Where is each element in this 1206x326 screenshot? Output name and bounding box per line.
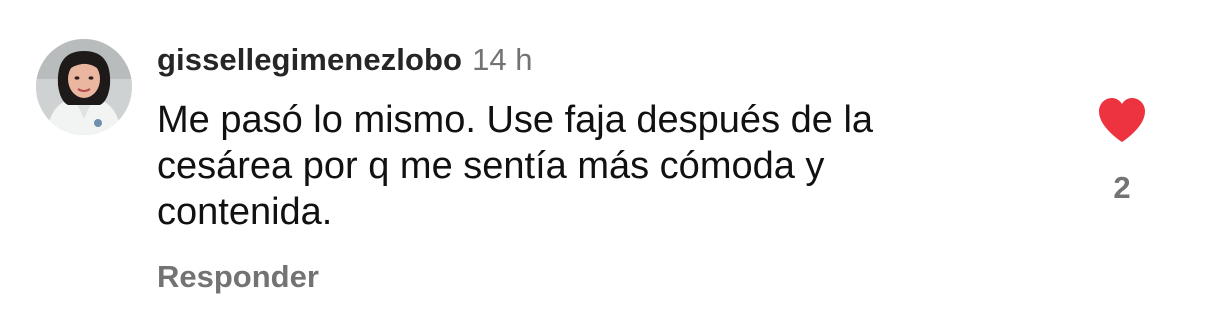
comment-item: gissellegimenezlobo 14 h Me pasó lo mismo…: [0, 0, 1206, 326]
avatar[interactable]: [36, 39, 132, 135]
like-button[interactable]: [1096, 96, 1148, 144]
comment-header: gissellegimenezlobo 14 h: [157, 40, 532, 80]
avatar-photo: [36, 39, 132, 135]
comment-text: Me pasó lo mismo. Use faja después de la…: [157, 99, 874, 233]
like-count[interactable]: 2: [1098, 168, 1146, 208]
heart-filled-icon: [1099, 98, 1145, 142]
timestamp: 14 h: [472, 42, 533, 77]
username-link[interactable]: gissellegimenezlobo: [157, 42, 462, 77]
reply-button[interactable]: Responder: [157, 257, 319, 297]
